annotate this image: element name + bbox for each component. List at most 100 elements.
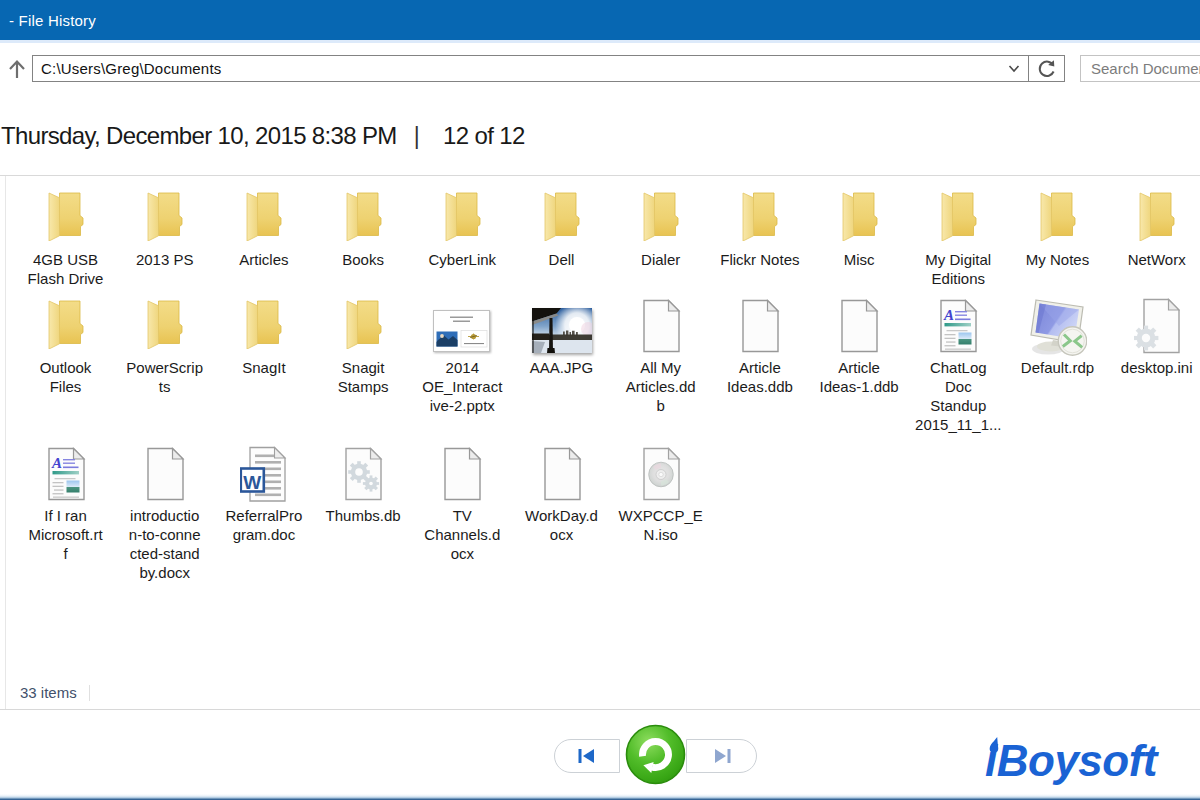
svg-text:A: A — [943, 307, 954, 323]
file-item[interactable]: 4GB USB Flash Drive — [16, 193, 116, 288]
file-item-label: WorkDay.d ocx — [512, 506, 612, 544]
file-item[interactable]: SnagIt — [214, 301, 314, 377]
file-item-label: 4GB USB Flash Drive — [16, 250, 116, 288]
file-item[interactable]: Default.rdp — [1008, 301, 1108, 377]
pptx-icon — [412, 301, 512, 358]
doc-icon — [512, 449, 612, 506]
next-version-button[interactable] — [686, 739, 757, 773]
folder-icon — [908, 193, 1008, 250]
file-item-label: Thumbs.db — [313, 506, 413, 525]
gears-icon — [313, 449, 413, 506]
file-item[interactable]: 2014 OE_Interact ive-2.pptx — [412, 301, 512, 415]
file-item[interactable]: AAA.JPG — [512, 301, 612, 377]
file-item-label: Dell — [512, 250, 612, 269]
file-item-label: Books — [313, 250, 413, 269]
file-item-label: ChatLog Doc Standup 2015_11_1... — [908, 358, 1008, 434]
file-item-label: SnagIt — [214, 358, 314, 377]
file-item-label: My Notes — [1008, 250, 1108, 269]
file-item-label: If I ran Microsoft.rt f — [16, 506, 116, 563]
folder-icon — [16, 301, 116, 358]
file-grid: 4GB USB Flash Drive 2013 PS — [0, 0, 1200, 710]
file-item[interactable]: Books — [313, 193, 413, 269]
bottom-accent-strip — [0, 794, 1200, 800]
file-item[interactable]: CyberLink — [412, 193, 512, 269]
file-item-label: Article Ideas.ddb — [710, 358, 810, 396]
file-item[interactable]: All My Articles.dd b — [611, 301, 711, 415]
restore-button[interactable] — [625, 724, 686, 785]
folder-icon — [115, 301, 215, 358]
file-item[interactable]: WXPCCP_E N.iso — [611, 449, 711, 544]
file-item[interactable]: Snagit Stamps — [313, 301, 413, 396]
file-item[interactable]: Thumbs.db — [313, 449, 413, 525]
file-item[interactable]: Dialer — [611, 193, 711, 269]
file-item[interactable]: NetWorx — [1107, 193, 1200, 269]
file-item-label: Articles — [214, 250, 314, 269]
file-item[interactable]: Outlook Files — [16, 301, 116, 396]
file-item-label: CyberLink — [412, 250, 512, 269]
doc-icon — [611, 301, 711, 358]
disc-icon — [611, 449, 711, 506]
file-item[interactable]: A If I ran Microsoft.rt f — [16, 449, 116, 563]
svg-text:A: A — [51, 455, 62, 471]
file-item[interactable]: TV Channels.d ocx — [412, 449, 512, 563]
file-item[interactable]: Misc — [809, 193, 909, 269]
folder-icon — [16, 193, 116, 250]
ini-icon — [1107, 301, 1200, 358]
previous-icon — [578, 749, 596, 763]
file-item[interactable]: WorkDay.d ocx — [512, 449, 612, 544]
file-item[interactable]: Flickr Notes — [710, 193, 810, 269]
file-item-label: AAA.JPG — [512, 358, 612, 377]
file-item[interactable]: My Notes — [1008, 193, 1108, 269]
file-item[interactable]: Dell — [512, 193, 612, 269]
file-history-window: - File History C:\Users\Greg\Documents S… — [0, 0, 1200, 800]
word-icon: W — [214, 449, 314, 506]
file-item-label: All My Articles.dd b — [611, 358, 711, 415]
file-item-label: introductio n-to-conne cted-stand by.doc… — [115, 506, 215, 582]
rdp-icon — [1008, 301, 1108, 358]
file-item[interactable]: introductio n-to-conne cted-stand by.doc… — [115, 449, 215, 582]
folder-icon — [412, 193, 512, 250]
file-item[interactable]: A ChatLog Doc Standup 2015_11_1... — [908, 301, 1008, 434]
restore-icon — [625, 724, 686, 785]
folder-icon — [313, 193, 413, 250]
doc-icon — [115, 449, 215, 506]
file-item[interactable]: 2013 PS — [115, 193, 215, 269]
folder-icon — [115, 193, 215, 250]
folder-icon — [1107, 193, 1200, 250]
previous-version-button[interactable] — [554, 739, 620, 773]
richtext-icon: A — [908, 301, 1008, 358]
file-item[interactable]: Article Ideas-1.ddb — [809, 301, 909, 396]
file-item-label: TV Channels.d ocx — [412, 506, 512, 563]
file-item[interactable]: desktop.ini — [1107, 301, 1200, 377]
richtext-icon: A — [16, 449, 116, 506]
file-item-label: WXPCCP_E N.iso — [611, 506, 711, 544]
folder-icon — [1008, 193, 1108, 250]
file-item[interactable]: PowerScrip ts — [115, 301, 215, 396]
folder-icon — [611, 193, 711, 250]
folder-icon — [710, 193, 810, 250]
file-item-label: NetWorx — [1107, 250, 1200, 269]
file-item-label: PowerScrip ts — [115, 358, 215, 396]
doc-icon — [710, 301, 810, 358]
folder-icon — [214, 301, 314, 358]
file-item-label: Article Ideas-1.ddb — [809, 358, 909, 396]
file-item-label: ReferralPro gram.doc — [214, 506, 314, 544]
doc-icon — [412, 449, 512, 506]
file-item-label: Snagit Stamps — [313, 358, 413, 396]
file-item[interactable]: My Digital Editions — [908, 193, 1008, 288]
svg-text:W: W — [243, 471, 261, 492]
status-divider — [89, 685, 90, 701]
file-item[interactable]: Articles — [214, 193, 314, 269]
folder-icon — [512, 193, 612, 250]
file-item-label: Outlook Files — [16, 358, 116, 396]
file-item-label: Dialer — [611, 250, 711, 269]
folder-icon — [313, 301, 413, 358]
file-item[interactable]: W ReferralPro gram.doc — [214, 449, 314, 544]
file-item-label: My Digital Editions — [908, 250, 1008, 288]
file-item-label: Flickr Notes — [710, 250, 810, 269]
file-item-label: Default.rdp — [1008, 358, 1108, 377]
folder-icon — [214, 193, 314, 250]
file-item[interactable]: Article Ideas.ddb — [710, 301, 810, 396]
status-separator-line — [0, 709, 1200, 710]
iboysoft-logo: iBoysoft — [985, 736, 1157, 786]
